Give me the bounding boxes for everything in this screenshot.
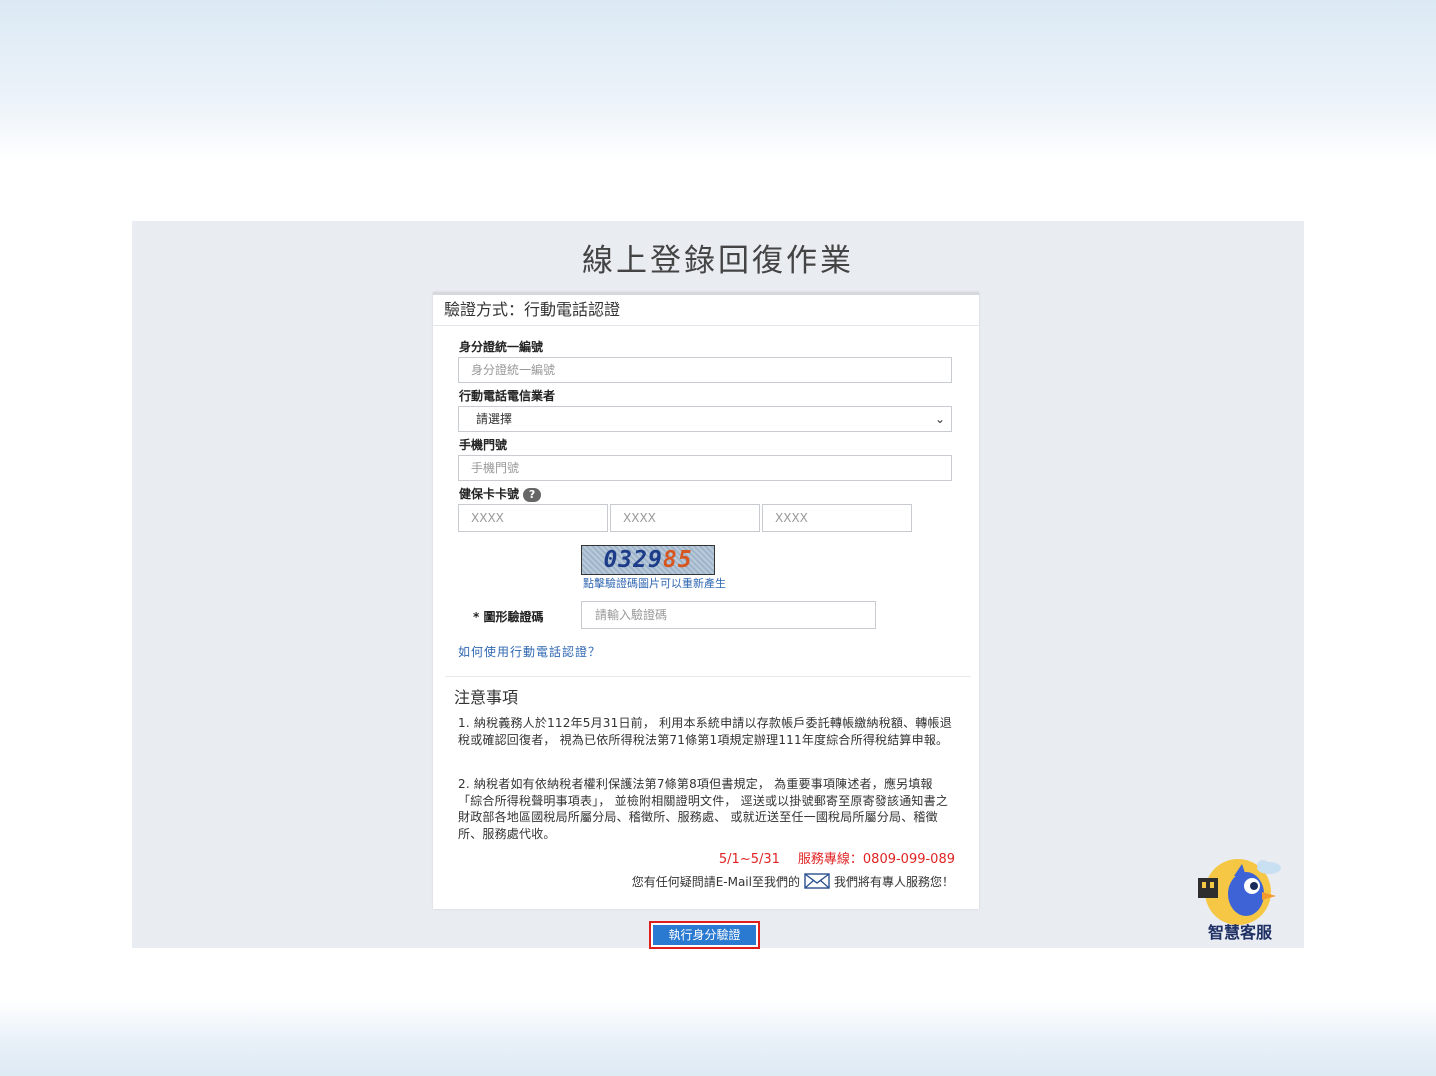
mail-icon[interactable] [804, 873, 830, 892]
carrier-select[interactable]: 請選擇 ⌄ [458, 406, 952, 432]
chatbot-mascot-icon [1198, 859, 1281, 925]
submit-highlight: 執行身分驗證 [649, 921, 760, 949]
contact-text-after: 我們將有專人服務您！ [833, 875, 954, 889]
id-number-input[interactable]: 身分證統一編號 [458, 357, 952, 383]
required-mark: * [473, 610, 480, 624]
phone-label: 手機門號 [459, 438, 508, 452]
divider [445, 676, 971, 677]
health-card-input-2[interactable]: XXXX [610, 504, 760, 532]
verification-card: 驗證方式：行動電話認證 身分證統一編號 身分證統一編號 行動電話電信業者 請選擇… [433, 292, 979, 909]
health-card-input-3[interactable]: XXXX [762, 504, 912, 532]
note-item-2: 2. 納稅者如有依納稅者權利保護法第7條第8項但書規定， 為重要事項陳述者，應另… [458, 777, 949, 841]
captcha-label-row: * 圖形驗證碼 [473, 608, 543, 625]
hotline-row: 5/1~5/31 服務專線：0809-099-089 [719, 848, 955, 867]
captcha-digits-a: 0329 [603, 547, 663, 573]
verification-method-header: 驗證方式：行動電話認證 [433, 295, 979, 326]
smart-service-label: 智慧客服 [1207, 923, 1272, 942]
carrier-label: 行動電話電信業者 [459, 389, 556, 403]
health-card-input-1[interactable]: XXXX [458, 504, 608, 532]
chevron-down-icon: ⌄ [934, 412, 945, 426]
note-item-1: 1. 納稅義務人於112年5月31日前， 利用本系統申請以存款帳戶委託轉帳繳納稅… [458, 716, 952, 747]
hotline-period: 5/1~5/31 [718, 852, 780, 867]
health-card-label-row: 健保卡卡號? [459, 485, 542, 502]
captcha-digits-b: 85 [662, 547, 693, 573]
captcha-image[interactable]: 032985 [581, 545, 715, 575]
help-icon[interactable]: ? [523, 487, 542, 502]
health-card-label: 健保卡卡號 [459, 487, 520, 501]
notes-title: 注意事項 [454, 688, 519, 707]
hotline-number: 服務專線：0809-099-089 [797, 852, 955, 867]
captcha-label: 圖形驗證碼 [483, 610, 544, 624]
captcha-refresh-hint[interactable]: 點擊驗證碼圖片可以重新產生 [583, 575, 726, 591]
captcha-input[interactable]: 請輸入驗證碼 [581, 601, 876, 629]
recovery-panel: 線上登錄回復作業 驗證方式：行動電話認證 身分證統一編號 身分證統一編號 行動電… [132, 221, 1304, 949]
contact-text-before: 您有任何疑問請E-Mail至我們的 [631, 875, 800, 889]
smart-service-widget[interactable]: 智慧客服 [1192, 856, 1288, 942]
id-number-label: 身分證統一編號 [459, 340, 544, 354]
phone-input[interactable]: 手機門號 [458, 455, 952, 481]
howto-link[interactable]: 如何使用行動電話認證？ [458, 643, 601, 660]
carrier-selected-value: 請選擇 [476, 412, 513, 426]
page-title: 線上登錄回復作業 [582, 243, 854, 279]
contact-row: 您有任何疑問請E-Mail至我們的 我們將有專人服務您！ [632, 873, 954, 892]
verify-identity-button[interactable]: 執行身分驗證 [653, 925, 756, 945]
